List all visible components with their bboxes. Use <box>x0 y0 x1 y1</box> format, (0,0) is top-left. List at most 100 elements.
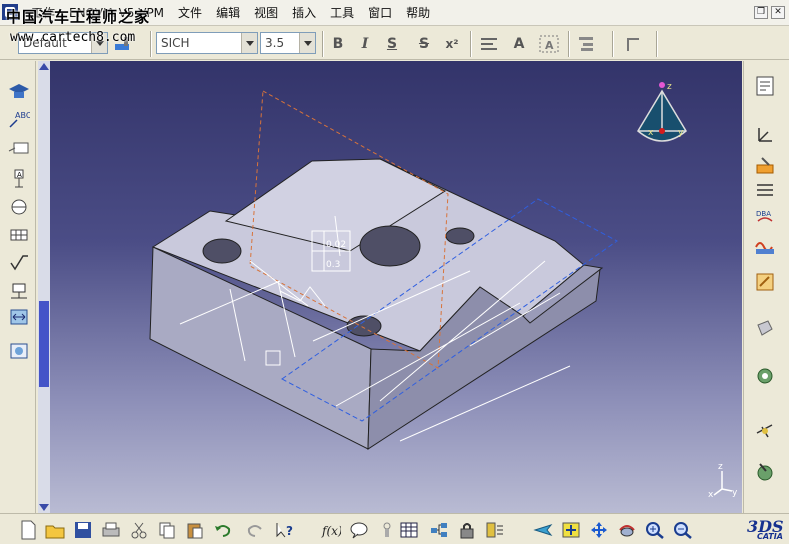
tolerance-value-2: 0.3 <box>326 260 340 270</box>
rotate-icon[interactable] <box>616 519 638 541</box>
constraint-icon[interactable] <box>753 179 777 201</box>
align-left-icon[interactable] <box>478 33 500 55</box>
scroll-up-arrow-icon[interactable] <box>39 63 49 70</box>
compass-x-label: x <box>648 128 654 138</box>
text-abc-icon[interactable]: ABC <box>8 109 30 129</box>
circle-icon[interactable] <box>8 197 30 217</box>
zoom-in-icon[interactable] <box>644 519 666 541</box>
svg-text:?: ? <box>286 524 293 538</box>
menu-tools[interactable]: 工具 <box>323 0 361 26</box>
toolbar-separator <box>470 31 472 57</box>
fit-all-icon[interactable] <box>560 519 582 541</box>
gear-tools-icon[interactable] <box>753 365 777 387</box>
menu-help[interactable]: 帮助 <box>399 0 437 26</box>
whatsthis-icon[interactable]: ? <box>274 519 296 541</box>
compass-widget[interactable]: x y z <box>637 82 687 142</box>
tree-icon[interactable] <box>753 75 777 97</box>
svg-text:f(x): f(x) <box>321 524 341 538</box>
copy-icon[interactable] <box>156 519 178 541</box>
close-window-button[interactable]: ✕ <box>771 6 785 19</box>
scrollbar-thumb[interactable] <box>39 301 49 387</box>
balloon-icon[interactable] <box>8 139 30 159</box>
catalog-icon[interactable] <box>484 519 506 541</box>
weld-icon[interactable] <box>8 281 30 301</box>
watermark-text: 中国汽车工程师之家 <box>6 8 151 26</box>
anchor-point-icon[interactable] <box>576 33 598 55</box>
menu-file[interactable]: 文件 <box>171 0 209 26</box>
part-model-drawing: 0.02 0.3 x y z z x y <box>149 82 738 500</box>
part-hole-large <box>359 225 421 267</box>
part-hole-left <box>202 238 242 264</box>
menu-insert[interactable]: 插入 <box>285 0 323 26</box>
underline-icon[interactable]: S <box>381 33 403 55</box>
font-size-select[interactable]: 3.5 <box>260 32 316 54</box>
compass-y-label: y <box>678 128 684 138</box>
frame-icon[interactable]: A <box>538 33 560 55</box>
part-hole-right <box>445 227 475 245</box>
dimension-icon[interactable] <box>8 307 30 327</box>
view-frame-icon[interactable] <box>8 341 30 361</box>
triad-z-label: z <box>718 462 723 472</box>
triad-x-label: x <box>708 490 714 500</box>
catia-logo: 3DS CATIA <box>747 517 784 541</box>
strikethrough-icon[interactable]: S <box>413 33 435 55</box>
vertical-scrollbar[interactable] <box>38 61 50 513</box>
toolbar-separator <box>612 31 614 57</box>
annotation-icon[interactable] <box>753 461 777 483</box>
pan-icon[interactable] <box>588 519 610 541</box>
scroll-down-arrow-icon[interactable] <box>39 504 49 511</box>
toolbar-separator <box>656 31 658 57</box>
left-toolbar: ABC A <box>0 61 36 513</box>
sketch-icon[interactable] <box>753 271 777 293</box>
italic-icon[interactable]: I <box>354 33 376 55</box>
menu-view[interactable]: 视图 <box>247 0 285 26</box>
bold-icon[interactable]: B <box>327 33 349 55</box>
right-toolbar: DBA <box>743 61 789 513</box>
toolbar-separator <box>568 31 570 57</box>
svg-text:ABC: ABC <box>15 111 30 120</box>
grid-table-icon[interactable] <box>8 225 30 245</box>
paste-icon[interactable] <box>184 519 206 541</box>
drafting-hat-icon[interactable] <box>8 81 30 101</box>
3d-viewport[interactable]: 0.02 0.3 x y z z x y <box>50 61 742 513</box>
svg-text:A: A <box>17 171 22 179</box>
open-icon[interactable] <box>44 519 66 541</box>
datum-target-icon[interactable]: A <box>8 169 30 189</box>
save-icon[interactable] <box>72 519 94 541</box>
menu-window[interactable]: 窗口 <box>361 0 399 26</box>
chevron-down-icon[interactable] <box>299 33 315 53</box>
restore-window-button[interactable]: ❐ <box>754 6 768 19</box>
text-color-icon[interactable]: A <box>508 33 530 55</box>
svg-text:A: A <box>545 39 554 52</box>
catia-application-window: 工作 ENOVIA V5 VPM 文件 编辑 视图 插入 工具 窗口 帮助 ❐ … <box>0 0 789 544</box>
dba-icon[interactable]: DBA <box>753 207 777 229</box>
wave-icon[interactable] <box>753 235 777 257</box>
axis-system-icon[interactable] <box>753 123 777 145</box>
leader-icon[interactable] <box>624 33 646 55</box>
print-icon[interactable] <box>100 519 122 541</box>
chevron-down-icon[interactable] <box>241 33 257 53</box>
font-select-value: SICH <box>161 36 190 50</box>
superscript-icon[interactable]: x² <box>441 33 463 55</box>
measure-icon[interactable] <box>753 419 777 441</box>
toolbar-separator <box>150 31 152 57</box>
formula-icon[interactable]: f(x) <box>320 519 342 541</box>
redo-icon[interactable] <box>244 519 266 541</box>
cut-icon[interactable] <box>128 519 150 541</box>
visualization-icon[interactable] <box>753 317 777 339</box>
menu-edit[interactable]: 编辑 <box>209 0 247 26</box>
zoom-out-icon[interactable] <box>672 519 694 541</box>
lock-icon[interactable] <box>456 519 478 541</box>
fly-icon[interactable] <box>532 519 554 541</box>
comment-icon[interactable] <box>348 519 370 541</box>
property-icon[interactable] <box>376 519 398 541</box>
font-size-value: 3.5 <box>265 36 285 50</box>
new-icon[interactable] <box>17 519 39 541</box>
triad-y-label: y <box>732 488 738 498</box>
roughness-icon[interactable] <box>8 253 30 273</box>
font-select[interactable]: SICH <box>156 32 258 54</box>
fill-icon[interactable] <box>753 155 777 177</box>
undo-icon[interactable] <box>212 519 234 541</box>
table-icon[interactable] <box>398 519 420 541</box>
tree-expand-icon[interactable] <box>428 519 450 541</box>
